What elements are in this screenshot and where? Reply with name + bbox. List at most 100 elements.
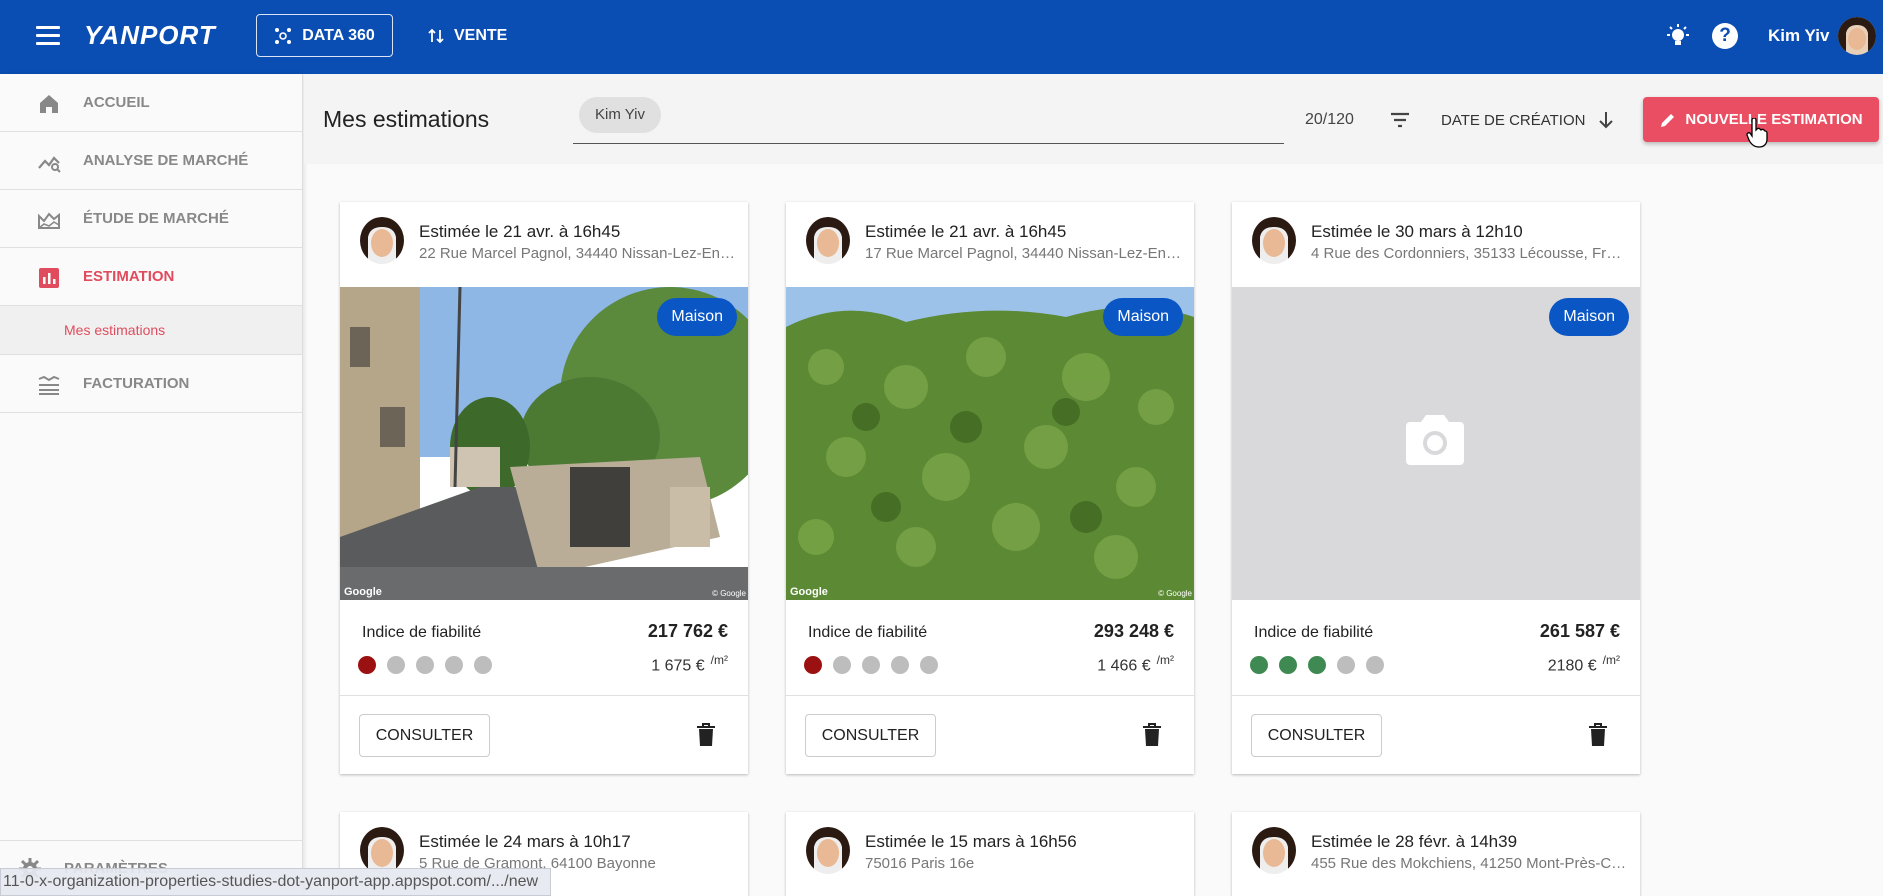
- estimation-date: Estimée le 21 avr. à 16h45: [865, 222, 1067, 241]
- sidebar-item-facturation[interactable]: FACTURATION: [0, 355, 302, 413]
- menu-icon[interactable]: [36, 26, 60, 46]
- reliability-dots: [358, 656, 492, 674]
- data360-button[interactable]: DATA 360: [256, 14, 393, 57]
- price-per-m2-value: 2180 €: [1547, 657, 1597, 675]
- filter-chip[interactable]: Kim Yiv: [579, 97, 662, 133]
- avatar: [806, 827, 850, 874]
- toolbar: Mes estimations Kim Yiv 20/120 DATE DE C…: [304, 74, 1883, 164]
- estimation-address: 17 Rue Marcel Pagnol, 34440 Nissan-Lez-E…: [865, 245, 1183, 262]
- estimation-date: Estimée le 28 févr. à 14h39: [1311, 832, 1518, 851]
- sidebar-item-accueil[interactable]: ACCUEIL: [0, 74, 302, 132]
- estimation-card: Estimée le 21 avr. à 16h45 22 Rue Marcel…: [340, 202, 748, 774]
- vente-button[interactable]: VENTE: [428, 14, 507, 57]
- property-photo[interactable]: Maison Google © Google: [340, 287, 748, 600]
- estimated-price: 261 587 €: [1539, 621, 1620, 641]
- sidebar-item-estimation[interactable]: ESTIMATION: [0, 248, 302, 306]
- estimated-price: 293 248 €: [1093, 621, 1174, 641]
- property-type-badge: Maison: [657, 298, 737, 336]
- camera-icon: [1406, 415, 1464, 465]
- estimation-date: Estimée le 24 mars à 10h17: [419, 832, 631, 851]
- hand-cursor-icon: [1746, 118, 1768, 148]
- google-watermark: Google: [790, 586, 828, 598]
- trash-icon[interactable]: [1588, 723, 1608, 747]
- pencil-icon: [1661, 113, 1675, 127]
- data360-label: DATA 360: [302, 26, 375, 44]
- reliability-dot: [920, 656, 938, 674]
- reliability-dot: [445, 656, 463, 674]
- unit-label: /m²: [1156, 653, 1174, 667]
- estimation-card: Estimée le 15 mars à 16h56 75016 Paris 1…: [786, 812, 1194, 896]
- help-icon[interactable]: ?: [1712, 23, 1738, 49]
- property-photo[interactable]: Maison Google © Google: [786, 287, 1194, 600]
- sidebar: ACCUEIL ANALYSE DE MARCHÉ ÉTUDE DE MARCH…: [0, 74, 303, 896]
- sidebar-item-analyse[interactable]: ANALYSE DE MARCHÉ: [0, 132, 302, 190]
- filter-icon[interactable]: [1388, 108, 1412, 132]
- user-name[interactable]: Kim Yiv: [1768, 26, 1829, 46]
- google-copyright: © Google: [1158, 589, 1192, 598]
- avatar: [806, 217, 850, 264]
- reliability-dot: [416, 656, 434, 674]
- estimation-card: Estimée le 30 mars à 12h10 4 Rue des Cor…: [1232, 202, 1640, 774]
- reliability-dot: [358, 656, 376, 674]
- page-title: Mes estimations: [323, 106, 490, 132]
- reliability-dot: [891, 656, 909, 674]
- sidebar-item-label: ESTIMATION: [83, 268, 175, 285]
- consult-button[interactable]: CONSULTER: [1251, 714, 1382, 757]
- estimation-address: 75016 Paris 16e: [865, 855, 975, 872]
- avatar: [360, 827, 404, 874]
- price-per-m2-value: 1 675 €: [651, 657, 705, 675]
- estimation-address: 455 Rue des Mokchiens, 41250 Mont-Près-C…: [1311, 855, 1629, 872]
- property-type-badge: Maison: [1103, 298, 1183, 336]
- bar-chart-icon: [39, 268, 59, 288]
- network-icon: [275, 27, 292, 44]
- sort-label[interactable]: DATE DE CRÉATION: [1441, 112, 1585, 129]
- unit-label: /m²: [1602, 653, 1620, 667]
- google-copyright: © Google: [712, 589, 746, 598]
- sidebar-item-label: FACTURATION: [83, 375, 190, 392]
- estimation-date: Estimée le 30 mars à 12h10: [1311, 222, 1523, 241]
- trash-icon[interactable]: [696, 723, 716, 747]
- new-estimation-label: NOUVELLE ESTIMATION: [1685, 111, 1863, 128]
- trash-icon[interactable]: [1142, 723, 1162, 747]
- estimation-card: Estimée le 28 févr. à 14h39 455 Rue des …: [1232, 812, 1640, 896]
- price-per-m2: 1 675 € /m²: [651, 653, 728, 675]
- landscape-icon: [38, 212, 60, 229]
- consult-button[interactable]: CONSULTER: [359, 714, 490, 757]
- estimation-address: 22 Rue Marcel Pagnol, 34440 Nissan-Lez-E…: [419, 245, 737, 262]
- consult-button[interactable]: CONSULTER: [805, 714, 936, 757]
- reliability-dot: [804, 656, 822, 674]
- property-photo-placeholder[interactable]: Maison: [1232, 287, 1640, 600]
- avatar: [360, 217, 404, 264]
- top-app-bar: YANPORT DATA 360 VENTE ? Kim Yiv: [0, 0, 1883, 74]
- reliability-dot: [862, 656, 880, 674]
- property-type-badge: Maison: [1549, 298, 1629, 336]
- reliability-label: Indice de fiabilité: [1254, 624, 1374, 641]
- reliability-dot: [1250, 656, 1268, 674]
- sidebar-item-label: ÉTUDE DE MARCHÉ: [83, 210, 229, 227]
- price-per-m2: 2180 € /m²: [1548, 653, 1620, 675]
- reliability-dot: [1279, 656, 1297, 674]
- sidebar-item-etude[interactable]: ÉTUDE DE MARCHÉ: [0, 190, 302, 248]
- reliability-dots: [804, 656, 938, 674]
- reliability-dot: [833, 656, 851, 674]
- lightbulb-icon[interactable]: [1664, 22, 1692, 50]
- search-input[interactable]: Kim Yiv: [573, 93, 1284, 144]
- reliability-dot: [1366, 656, 1384, 674]
- home-icon: [40, 95, 58, 113]
- estimation-date: Estimée le 15 mars à 16h56: [865, 832, 1077, 851]
- sidebar-subitem-mes-estimations[interactable]: Mes estimations: [0, 306, 302, 355]
- sidebar-item-label: ACCUEIL: [83, 94, 150, 111]
- swap-vertical-icon: [428, 28, 444, 43]
- sidebar-item-label: ANALYSE DE MARCHÉ: [83, 152, 249, 169]
- reliability-dots: [1250, 656, 1384, 674]
- unit-label: /m²: [710, 653, 728, 667]
- yanport-logo[interactable]: YANPORT: [84, 20, 216, 51]
- arrow-down-icon[interactable]: [1594, 108, 1618, 132]
- reliability-dot: [1308, 656, 1326, 674]
- vente-label: VENTE: [454, 26, 508, 44]
- estimation-date: Estimée le 21 avr. à 16h45: [419, 222, 621, 241]
- avatar: [1252, 217, 1296, 264]
- price-per-m2-value: 1 466 €: [1097, 657, 1151, 675]
- status-bar-url: 11-0-x-organization-properties-studies-d…: [0, 868, 552, 896]
- avatar[interactable]: [1838, 17, 1876, 55]
